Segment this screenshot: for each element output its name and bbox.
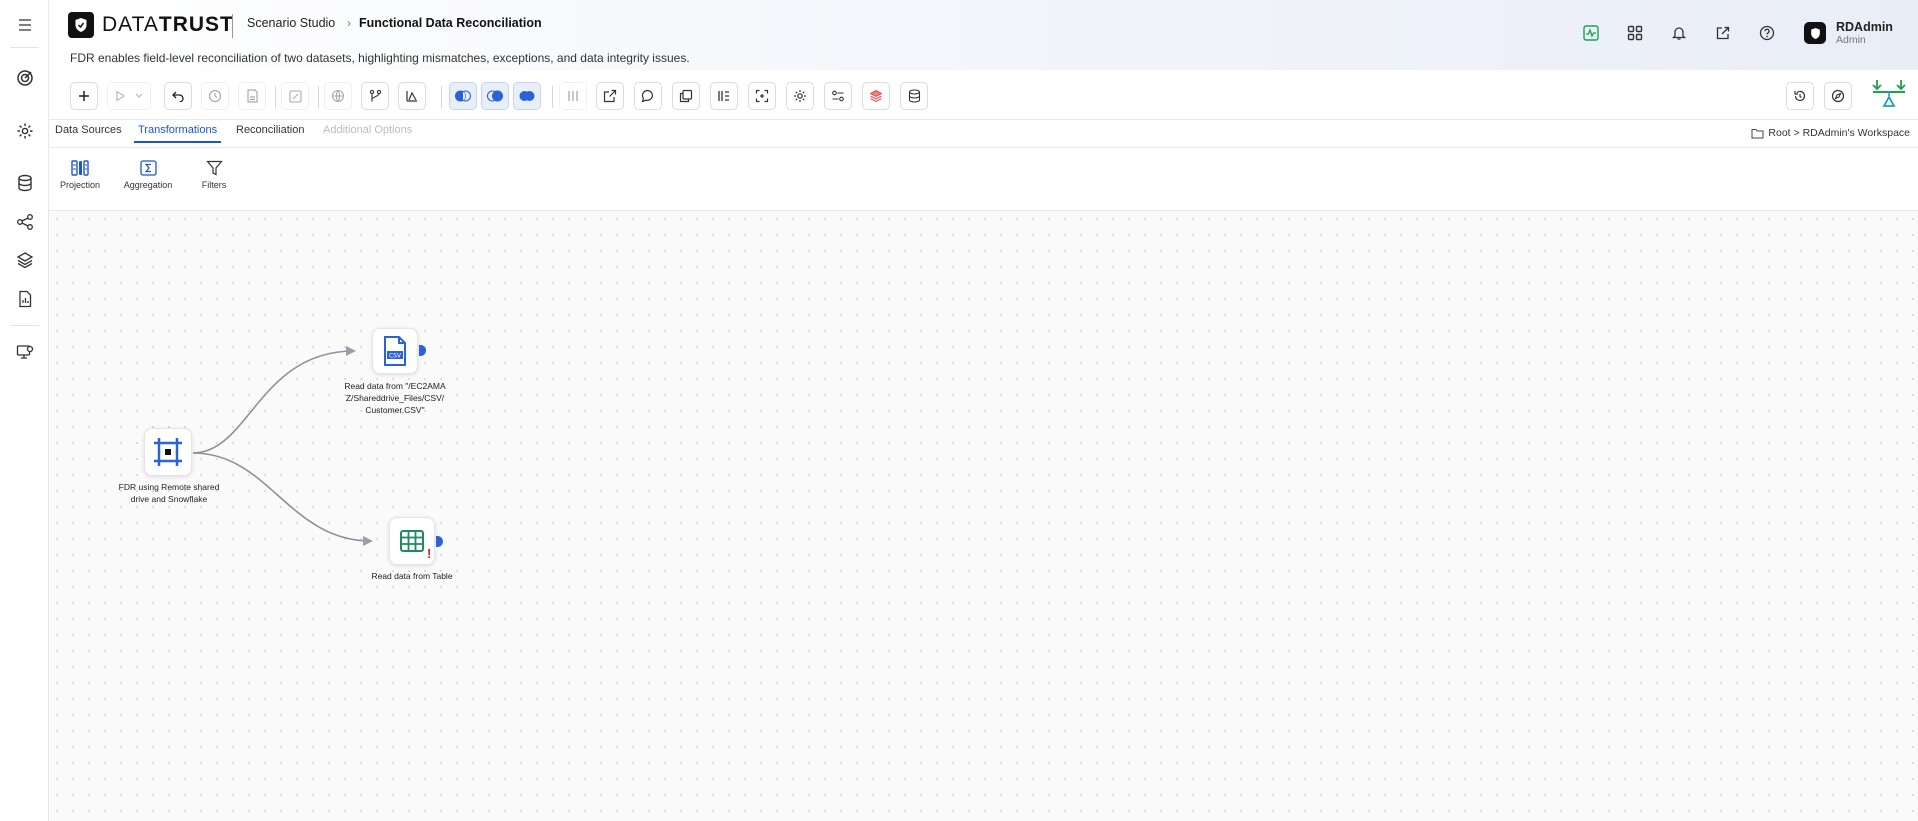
flow-node-table[interactable]: !	[389, 517, 435, 565]
header-divider	[232, 14, 233, 38]
app-root: DATATRUST Scenario Studio › Functional D…	[0, 0, 1918, 821]
connection-lines	[192, 346, 373, 546]
left-rail	[0, 0, 49, 821]
logo[interactable]: DATATRUST	[68, 12, 234, 38]
flow-canvas[interactable]: FDR using Remote shared drive and Snowfl…	[49, 211, 1918, 821]
toolbar	[49, 70, 1918, 120]
filter-icon	[205, 160, 223, 176]
undo-button[interactable]	[164, 82, 192, 110]
warning-icon: !	[427, 546, 432, 561]
target-icon[interactable]	[12, 65, 38, 91]
svg-text:CSV: CSV	[389, 353, 402, 360]
help-icon[interactable]	[1756, 22, 1778, 44]
tab-bar: Data Sources Transformations Reconciliat…	[49, 120, 1918, 148]
palette-projection-label: Projection	[59, 180, 101, 190]
toolbar-divider	[318, 86, 319, 108]
projection-icon	[71, 160, 89, 176]
mapping-button[interactable]	[824, 82, 852, 110]
left-join-button[interactable]	[449, 82, 477, 110]
database-button[interactable]	[900, 82, 928, 110]
palette-filters[interactable]: Filters	[196, 160, 232, 190]
rail-divider	[10, 47, 39, 48]
rail-divider	[10, 325, 39, 326]
copy-button[interactable]	[672, 82, 700, 110]
apps-grid-icon[interactable]	[1624, 22, 1646, 44]
user-name[interactable]: RDAdmin	[1836, 20, 1893, 34]
page-subtitle: FDR enables field-level reconciliation o…	[70, 51, 690, 65]
add-button[interactable]	[70, 82, 98, 110]
flow-node-table-label: Read data from Table	[371, 571, 453, 581]
folder-icon	[1751, 128, 1764, 138]
palette-aggregation-label: Aggregation	[123, 180, 173, 190]
palette-aggregation[interactable]: Aggregation	[123, 160, 173, 190]
save-button[interactable]	[238, 82, 266, 110]
palette-projection[interactable]: Projection	[57, 160, 103, 190]
external-link-icon[interactable]	[1712, 22, 1734, 44]
database-icon[interactable]	[12, 170, 38, 196]
transformation-palette: Projection Aggregation Filters	[49, 148, 1918, 211]
gear-icon[interactable]	[12, 118, 38, 144]
chart-button[interactable]	[398, 82, 426, 110]
avatar[interactable]	[1804, 22, 1826, 44]
inner-join-button[interactable]	[481, 82, 509, 110]
activity-icon[interactable]	[1580, 22, 1602, 44]
fit-view-button[interactable]	[748, 82, 776, 110]
flow-node-csv-label-line3: Customer.CSV"	[365, 405, 425, 415]
share-nodes-icon[interactable]	[12, 209, 38, 235]
flow-node-start-label: FDR using Remote shared drive and Snowfl…	[118, 482, 220, 504]
workspace-breadcrumb[interactable]: Root > RDAdmin's Workspace	[1751, 127, 1910, 139]
user-role: Admin	[1836, 34, 1866, 46]
compass-button[interactable]	[1824, 82, 1852, 110]
reconcile-balance-icon[interactable]	[1871, 78, 1907, 112]
settings-button[interactable]	[786, 82, 814, 110]
edit-button[interactable]	[281, 82, 309, 110]
frame-node-icon	[154, 438, 182, 466]
workspace-path: Root > RDAdmin's Workspace	[1768, 127, 1910, 139]
tab-data-sources[interactable]: Data Sources	[55, 124, 122, 141]
flow-node-csv[interactable]: CSV	[372, 328, 418, 374]
comment-button[interactable]	[634, 82, 662, 110]
globe-button[interactable]	[324, 82, 352, 110]
history-button[interactable]	[201, 82, 229, 110]
toolbar-divider	[441, 86, 442, 108]
monitor-settings-icon[interactable]	[12, 339, 38, 365]
toolbar-divider	[552, 86, 553, 108]
restore-button[interactable]	[1786, 82, 1814, 110]
columns-button[interactable]	[559, 82, 587, 110]
tab-additional-options[interactable]: Additional Options	[323, 124, 412, 141]
layers-icon[interactable]	[12, 247, 38, 273]
flow-node-csv-label-line2: Z/Shareddrive_Files/CSV/	[345, 393, 445, 403]
menu-icon[interactable]	[12, 12, 38, 38]
tab-reconciliation[interactable]: Reconciliation	[236, 124, 304, 141]
logo-text: DATATRUST	[102, 13, 234, 36]
stack-button[interactable]	[862, 82, 890, 110]
run-button[interactable]	[107, 82, 151, 110]
branch-button[interactable]	[361, 82, 389, 110]
toolbar-divider	[275, 86, 276, 108]
header: DATATRUST Scenario Studio › Functional D…	[49, 0, 1918, 70]
palette-filters-label: Filters	[201, 180, 227, 190]
csv-file-icon: CSV	[384, 336, 406, 366]
table-grid-icon	[400, 530, 424, 552]
report-icon[interactable]	[12, 286, 38, 312]
sigma-icon	[139, 160, 157, 176]
shield-logo-icon	[68, 12, 94, 38]
flow-node-csv-label: Read data from "/EC2AMA Z/Shareddrive_Fi…	[335, 380, 455, 416]
flow-node-csv-label-line1: Read data from "/EC2AMA	[344, 381, 446, 391]
bell-icon[interactable]	[1668, 22, 1690, 44]
export-button[interactable]	[596, 82, 624, 110]
full-join-button[interactable]	[513, 82, 541, 110]
breadcrumb-chevron-icon: ›	[347, 16, 351, 30]
flow-node-start[interactable]	[144, 428, 192, 476]
split-view-button[interactable]	[710, 82, 738, 110]
tab-transformations[interactable]: Transformations	[134, 124, 222, 143]
breadcrumb-current: Functional Data Reconciliation	[359, 16, 542, 30]
breadcrumb-parent[interactable]: Scenario Studio	[247, 16, 335, 30]
